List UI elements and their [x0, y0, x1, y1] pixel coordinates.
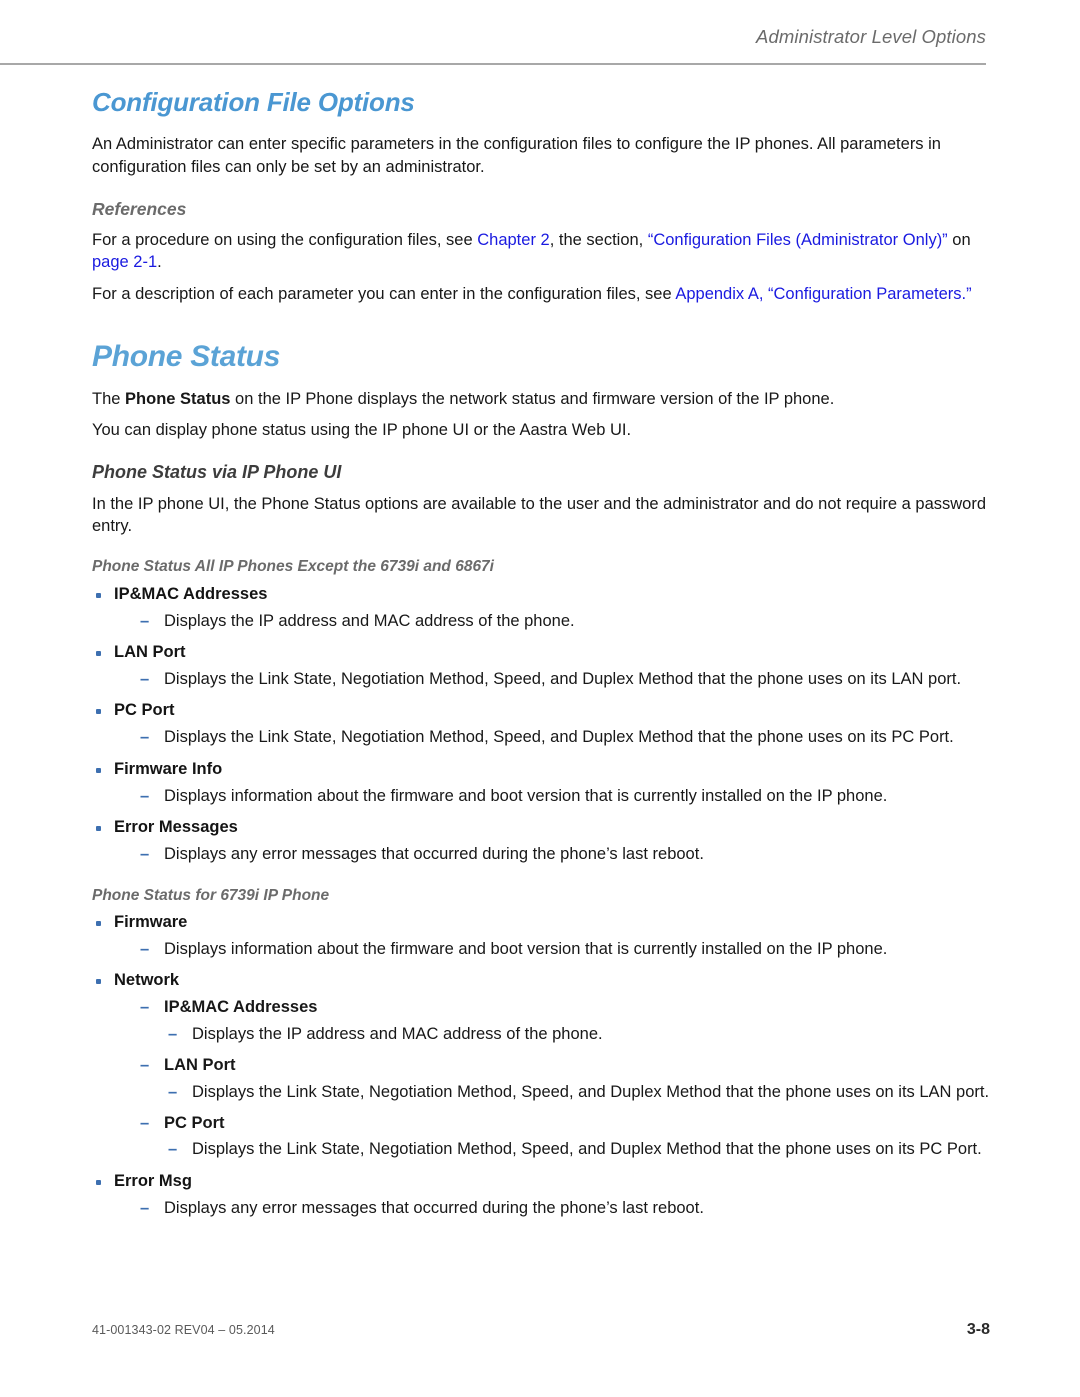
list-item: Network IP&MAC Addresses Displays the IP…: [92, 969, 990, 1162]
link-appendix-a-configuration-parameters[interactable]: Appendix A, “Configuration Parameters.”: [675, 285, 971, 303]
subheading-phone-status-for-6739i: Phone Status for 6739i IP Phone: [92, 886, 330, 904]
list-item: LAN Port Displays the Link State, Negoti…: [92, 641, 990, 692]
footer-document-id: 41-001343-02 REV04 – 05.2014: [92, 1323, 275, 1337]
references-paragraph-1: For a procedure on using the configurati…: [92, 229, 990, 275]
list-item: IP&MAC Addresses Displays the IP address…: [92, 583, 990, 634]
header-divider-rule: [0, 63, 986, 65]
list-item: Firmware Info Displays information about…: [92, 758, 990, 809]
chapter-intro-paragraph: An Administrator can enter specific para…: [92, 135, 941, 176]
phone-status-paragraph-2: You can display phone status using the I…: [92, 421, 632, 440]
phone-status-paragraph-1: The Phone Status on the IP Phone display…: [92, 388, 990, 411]
ref-text-2: , the section,: [549, 230, 648, 249]
ps-bold-phone-status: Phone Status: [125, 389, 231, 408]
option-label: LAN Port: [114, 643, 186, 662]
ref-text-3: on: [947, 230, 971, 249]
option-description: Displays the Link State, Negotiation Met…: [136, 668, 990, 692]
references-heading: References: [92, 198, 187, 219]
option-description: Displays the IP address and MAC address …: [164, 1023, 990, 1047]
option-description: Displays information about the firmware …: [136, 785, 990, 809]
subheading-phone-status-via-ip-phone-ui: Phone Status via IP Phone UI: [92, 462, 342, 483]
link-page-2-1[interactable]: page 2-1: [92, 253, 157, 271]
option-label: IP&MAC Addresses: [114, 584, 268, 603]
ref-text-4: .: [157, 253, 162, 272]
option-description: Displays the Link State, Negotiation Met…: [136, 726, 990, 750]
link-configuration-files-administrator-only[interactable]: “Configuration Files (Administrator Only…: [648, 231, 948, 249]
ps-text-1: The: [92, 389, 126, 408]
option-label: PC Port: [114, 701, 175, 720]
list-item: Error Msg Displays any error messages th…: [92, 1170, 990, 1221]
option-sublabel: LAN Port: [136, 1054, 990, 1078]
ps-text-2: on the IP Phone displays the network sta…: [230, 389, 835, 408]
subheading-phone-status-all-ip-phones: Phone Status All IP Phones Except the 67…: [92, 558, 494, 576]
list-item: Error Messages Displays any error messag…: [92, 816, 990, 867]
document-page: Administrator Level Options Configuratio…: [0, 0, 1080, 1397]
option-description: Displays the Link State, Negotiation Met…: [164, 1081, 990, 1105]
option-description: Displays the IP address and MAC address …: [136, 610, 990, 634]
list-item: Firmware Displays information about the …: [92, 911, 990, 962]
option-label: Error Messages: [114, 818, 238, 837]
footer-page-number: 3-8: [966, 1321, 990, 1338]
option-description: Displays the Link State, Negotiation Met…: [164, 1138, 990, 1162]
ref2-text-1: For a description of each parameter you …: [92, 285, 676, 304]
option-label: Firmware: [114, 913, 188, 932]
option-description: Displays information about the firmware …: [136, 938, 990, 962]
option-sublabel: PC Port: [136, 1112, 990, 1136]
option-label: Network: [114, 971, 180, 990]
option-sublabel: IP&MAC Addresses: [136, 996, 990, 1020]
option-description: Displays any error messages that occurre…: [136, 843, 990, 867]
section-title-phone-status: Phone Status: [92, 339, 281, 373]
option-description: Displays any error messages that occurre…: [136, 1197, 990, 1221]
phone-status-option-list-general: IP&MAC Addresses Displays the IP address…: [92, 583, 990, 867]
option-label: Firmware Info: [114, 759, 223, 778]
option-label: Error Msg: [114, 1171, 192, 1190]
page-content: Configuration File Options An Administra…: [92, 87, 990, 1228]
link-chapter-2[interactable]: Chapter 2: [477, 231, 549, 249]
ref-text-1: For a procedure on using the configurati…: [92, 230, 478, 249]
phone-status-option-list-6739i: Firmware Displays information about the …: [92, 911, 990, 1221]
running-header: Administrator Level Options: [756, 26, 986, 47]
page-footer: 41-001343-02 REV04 – 05.2014 3-8: [92, 1321, 990, 1339]
references-paragraph-2: For a description of each parameter you …: [92, 283, 990, 306]
phone-status-ui-paragraph: In the IP phone UI, the Phone Status opt…: [92, 494, 987, 536]
page-title-configuration-file-options: Configuration File Options: [92, 87, 415, 117]
list-item: PC Port Displays the Link State, Negotia…: [92, 699, 990, 750]
